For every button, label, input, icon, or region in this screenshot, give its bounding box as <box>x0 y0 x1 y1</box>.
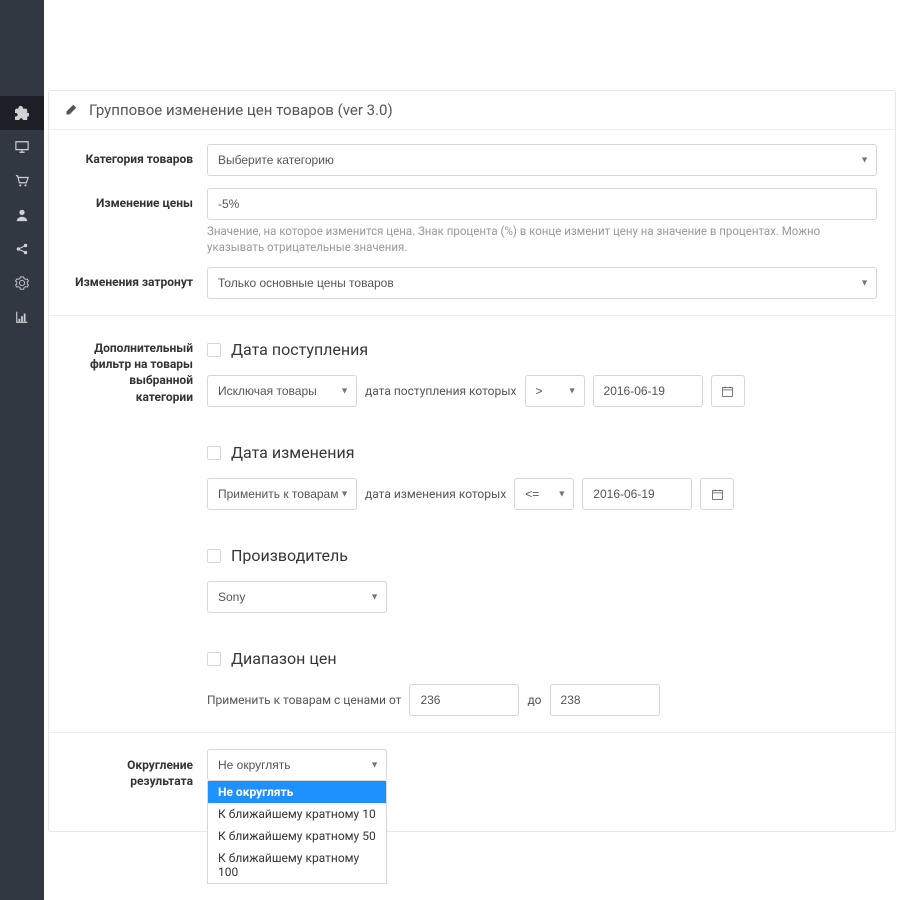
category-select[interactable]: Выберите категорию <box>207 144 877 176</box>
arrival-text: дата поступления которых <box>365 384 517 398</box>
label-category: Категория товаров <box>67 144 207 166</box>
modified-calendar-button[interactable] <box>700 478 734 510</box>
sidebar-item-display[interactable] <box>0 130 44 164</box>
divider <box>49 315 895 316</box>
gear-icon <box>15 276 29 290</box>
arrival-calendar-button[interactable] <box>711 375 745 407</box>
section-manufacturer-heading: Производитель <box>207 546 877 565</box>
price-change-help: Значение, на которое изменится цена. Зна… <box>207 224 877 255</box>
cart-icon <box>15 174 29 188</box>
sidebar-item-cart[interactable] <box>0 164 44 198</box>
manufacturer-checkbox[interactable] <box>207 549 221 563</box>
rounding-option[interactable]: К ближайшему кратному 100 <box>208 847 386 883</box>
puzzle-icon <box>15 106 29 120</box>
label-filter: Дополнительный фильтр на товары выбранно… <box>67 332 207 405</box>
rounding-dropdown-list: Не округлять К ближайшему кратному 10 К … <box>207 781 387 884</box>
modified-text: дата изменения которых <box>365 487 506 501</box>
edit-icon <box>65 104 77 116</box>
arrival-op-select[interactable]: > <box>525 375 585 407</box>
price-range-controls: Применить к товарам с ценами от до <box>207 684 877 716</box>
price-to-input[interactable] <box>550 684 660 716</box>
modified-mode-select[interactable]: Применить к товарам <box>207 478 357 510</box>
price-change-input[interactable] <box>207 188 877 220</box>
rounding-option[interactable]: Не округлять <box>208 781 386 803</box>
price-range-checkbox[interactable] <box>207 652 221 666</box>
panel-header: Групповое изменение цен товаров (ver 3.0… <box>49 91 895 130</box>
main-content: Групповое изменение цен товаров (ver 3.0… <box>44 0 900 900</box>
modified-controls: Применить к товарам ▼ дата изменения кот… <box>207 478 877 510</box>
arrival-checkbox[interactable] <box>207 343 221 357</box>
chart-icon <box>15 310 29 324</box>
manufacturer-select[interactable]: Sony <box>207 581 387 613</box>
sidebar-item-modules[interactable] <box>0 96 44 130</box>
section-arrival-heading: Дата поступления <box>207 340 877 359</box>
panel-body: Категория товаров Выберите категорию ▼ И… <box>49 130 895 831</box>
section-price-range-heading: Диапазон цен <box>207 649 877 668</box>
modified-checkbox[interactable] <box>207 446 221 460</box>
section-modified-heading: Дата изменения <box>207 443 877 462</box>
user-icon <box>15 208 29 222</box>
modified-op-select[interactable]: <= <box>514 478 574 510</box>
sidebar-item-share[interactable] <box>0 232 44 266</box>
calendar-icon <box>711 488 724 501</box>
sidebar <box>0 0 44 900</box>
price-range-to-text: до <box>527 693 541 707</box>
calendar-icon <box>721 385 734 398</box>
monitor-icon <box>15 140 29 154</box>
manufacturer-title: Производитель <box>231 546 348 565</box>
rounding-dropdown: Не округлять ▼ Не округлять К ближайшему… <box>207 749 877 781</box>
rounding-select[interactable]: Не округлять <box>207 749 387 781</box>
price-from-input[interactable] <box>409 684 519 716</box>
rounding-option[interactable]: К ближайшему кратному 10 <box>208 803 386 825</box>
arrival-date-input[interactable] <box>593 375 703 407</box>
panel: Групповое изменение цен товаров (ver 3.0… <box>48 90 896 832</box>
share-icon <box>15 242 29 256</box>
label-rounding: Округление результата <box>67 749 207 789</box>
changes-affect-select[interactable]: Только основные цены товаров <box>207 267 877 299</box>
sidebar-item-user[interactable] <box>0 198 44 232</box>
price-range-from-text: Применить к товарам с ценами от <box>207 693 401 707</box>
modified-title: Дата изменения <box>231 443 355 462</box>
arrival-controls: Исключая товары ▼ дата поступления котор… <box>207 375 877 407</box>
label-changes-affect: Изменения затронут <box>67 267 207 289</box>
manufacturer-controls: Sony ▼ <box>207 581 877 613</box>
price-range-title: Диапазон цен <box>231 649 337 668</box>
panel-title: Групповое изменение цен товаров (ver 3.0… <box>89 101 393 119</box>
sidebar-item-settings[interactable] <box>0 266 44 300</box>
sidebar-item-reports[interactable] <box>0 300 44 334</box>
arrival-title: Дата поступления <box>231 340 368 359</box>
rounding-option[interactable]: К ближайшему кратному 50 <box>208 825 386 847</box>
label-price-change: Изменение цены <box>67 188 207 210</box>
arrival-mode-select[interactable]: Исключая товары <box>207 375 357 407</box>
divider <box>49 732 895 733</box>
modified-date-input[interactable] <box>582 478 692 510</box>
